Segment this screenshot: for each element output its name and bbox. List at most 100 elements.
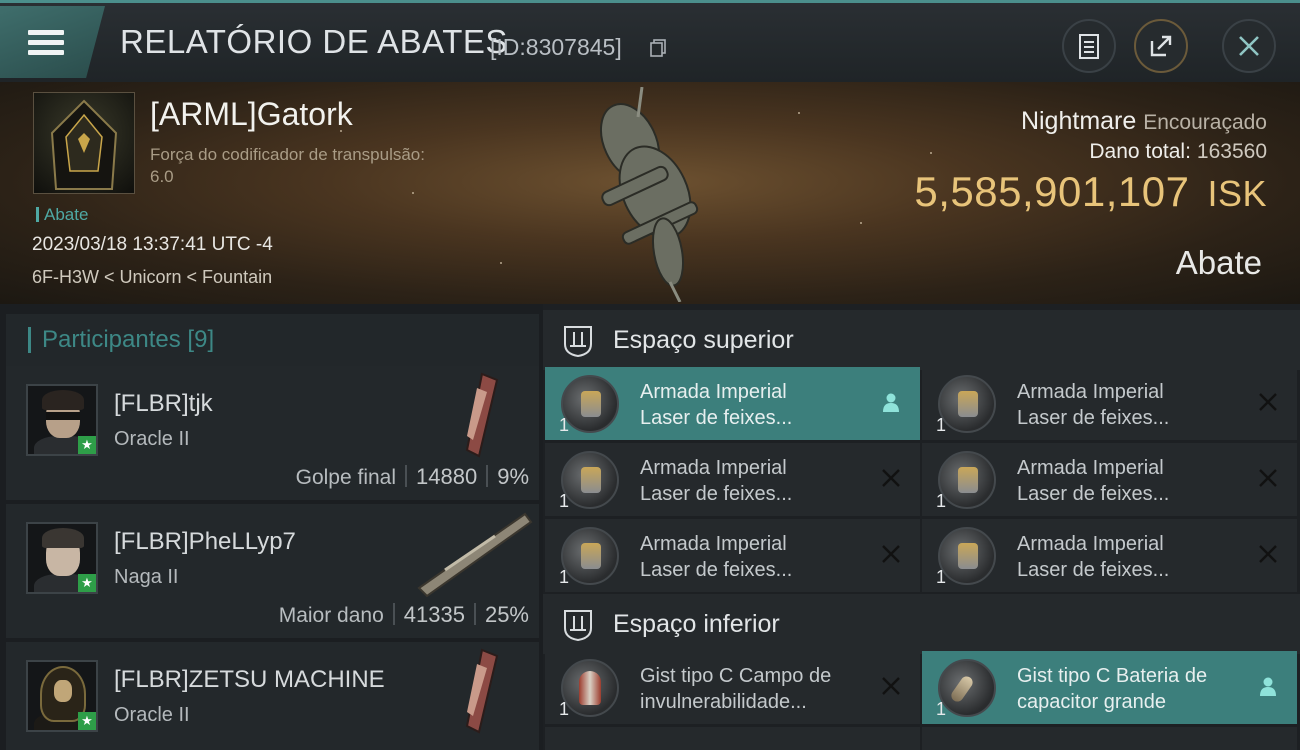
oracle-ship-icon[interactable] — [427, 646, 517, 736]
participants-panel: Participantes [9] ★ [FLBR]tjk Oracle II … — [0, 304, 543, 750]
participant-name[interactable]: [FLBR]ZETSU MACHINE — [114, 666, 385, 694]
module-name: Armada Imperial Laser de feixes... — [1017, 533, 1170, 581]
laser-module-icon — [561, 375, 619, 433]
module-slot[interactable]: 1 Gist tipo C Bateria de capacitor grande — [922, 651, 1297, 724]
page-title: RELATÓRIO DE ABATES — [120, 23, 508, 60]
laser-module-icon — [561, 527, 619, 585]
clipboard-icon — [1079, 34, 1099, 59]
participant-ship: Oracle II — [114, 704, 190, 726]
close-icon — [1239, 36, 1259, 56]
module-slot[interactable] — [545, 727, 920, 750]
participant-stats: Golpe final 14880 9% — [296, 464, 529, 490]
low-slots-label: Espaço inferior — [613, 610, 780, 638]
close-icon — [882, 545, 900, 563]
kill-tag: Abate — [36, 205, 88, 225]
victim-ship-image[interactable] — [560, 87, 730, 302]
low-slot-icon — [564, 610, 592, 642]
high-slot-icon — [564, 326, 592, 358]
module-name: Gist tipo C Campo de invulnerabilidade... — [640, 665, 832, 713]
check-icon: ★ — [78, 574, 96, 592]
module-slot[interactable]: 1 Armada Imperial Laser de feixes... — [545, 367, 920, 440]
victim-ship[interactable]: Nightmare Encouraçado — [1021, 107, 1267, 136]
module-name: Armada Imperial Laser de feixes... — [640, 457, 793, 505]
oracle-ship-icon[interactable] — [427, 370, 517, 460]
shield-hardener-icon — [561, 659, 619, 717]
module-quantity: 1 — [559, 415, 570, 435]
close-icon — [882, 469, 900, 487]
copy-icon[interactable] — [650, 39, 666, 57]
module-slot[interactable]: 1 Armada Imperial Laser de feixes... — [922, 443, 1297, 516]
avatar[interactable]: ★ — [26, 660, 98, 732]
total-damage-value: 163560 — [1196, 140, 1267, 163]
participant-card[interactable]: ★ [FLBR]ZETSU MACHINE Oracle II — [6, 642, 539, 750]
low-slots-header: Espaço inferior — [543, 594, 1300, 654]
isk-value: 5,585,901,107 ISK — [914, 168, 1267, 216]
module-name: Armada Imperial Laser de feixes... — [1017, 457, 1170, 505]
participant-role: Golpe final — [295, 466, 397, 489]
participant-ship: Naga II — [114, 566, 179, 588]
participant-card[interactable]: ★ [FLBR]tjk Oracle II Golpe final 14880 9% — [6, 366, 539, 500]
module-quantity: 1 — [559, 567, 570, 587]
participant-stats: Maior dano 41335 25% — [279, 602, 529, 628]
ship-name: Nightmare — [1020, 107, 1137, 135]
victim-name[interactable]: [ARML]Gatork — [150, 96, 353, 133]
avatar[interactable]: ★ — [26, 384, 98, 456]
participant-damage: 41335 — [403, 602, 465, 627]
participant-card[interactable]: ★ [FLBR]PheLLyp7 Naga II Maior dano 41335… — [6, 504, 539, 638]
module-name: Armada Imperial Laser de feixes... — [1017, 381, 1170, 429]
user-icon — [1260, 677, 1276, 696]
star-decoration — [860, 222, 862, 224]
participant-damage: 14880 — [416, 464, 478, 489]
hooded-pilot-icon — [50, 99, 118, 190]
module-quantity: 1 — [936, 699, 947, 719]
participants-header: Participantes [9] — [6, 314, 539, 369]
participant-percent: 9% — [497, 464, 529, 489]
close-button[interactable] — [1222, 19, 1276, 73]
ship-class: Encouraçado — [1143, 111, 1267, 134]
total-damage: Dano total: 163560 — [1089, 140, 1267, 164]
total-damage-label: Dano total: — [1089, 140, 1191, 163]
participants-count: [9] — [187, 326, 215, 353]
module-name: Gist tipo C Bateria de capacitor grande — [1017, 665, 1208, 713]
sunglasses-icon — [46, 412, 80, 420]
menu-button[interactable] — [0, 6, 105, 78]
naga-ship-icon[interactable] — [415, 508, 533, 598]
clipboard-button[interactable] — [1062, 19, 1116, 73]
module-slot[interactable]: 1 Armada Imperial Laser de feixes... — [922, 519, 1297, 592]
module-quantity: 1 — [936, 491, 947, 511]
module-quantity: 1 — [936, 567, 947, 587]
disruptor-strength: Força do codificador de transpulsão: 6.0 — [150, 144, 480, 188]
module-quantity: 1 — [559, 491, 570, 511]
isk-unit: ISK — [1207, 173, 1267, 214]
share-button[interactable] — [1134, 19, 1188, 73]
participant-role: Maior dano — [278, 604, 384, 627]
high-slots-header: Espaço superior — [543, 310, 1300, 370]
victim-avatar[interactable] — [33, 92, 135, 194]
disruptor-strength-value: 6.0 — [150, 167, 174, 186]
module-slot[interactable]: 1 Armada Imperial Laser de feixes... — [545, 443, 920, 516]
top-bar: RELATÓRIO DE ABATES [ID:8307845] — [0, 0, 1300, 82]
close-icon — [1259, 393, 1277, 411]
module-slot[interactable]: 1 Armada Imperial Laser de feixes... — [922, 367, 1297, 440]
kill-type: Abate — [1175, 244, 1262, 281]
module-slot[interactable]: 1 Armada Imperial Laser de feixes... — [545, 519, 920, 592]
check-icon: ★ — [78, 712, 96, 730]
close-icon — [882, 677, 900, 695]
participant-name[interactable]: [FLBR]PheLLyp7 — [114, 528, 296, 556]
kill-location[interactable]: 6F-H3W < Unicorn < Fountain — [32, 267, 272, 288]
participant-percent: 25% — [484, 602, 529, 627]
module-name: Armada Imperial Laser de feixes... — [640, 381, 793, 429]
star-decoration — [798, 112, 800, 114]
module-quantity: 1 — [559, 699, 570, 719]
avatar[interactable]: ★ — [26, 522, 98, 594]
module-slot[interactable]: 1 Gist tipo C Campo de invulnerabilidade.… — [545, 651, 920, 724]
module-name: Armada Imperial Laser de feixes... — [640, 533, 793, 581]
participant-name[interactable]: [FLBR]tjk — [114, 390, 213, 418]
close-icon — [1259, 469, 1277, 487]
module-slot[interactable] — [922, 727, 1297, 750]
share-icon — [1150, 35, 1172, 57]
star-decoration — [930, 152, 932, 154]
star-decoration — [500, 262, 502, 264]
star-decoration — [412, 192, 414, 194]
user-icon — [883, 393, 899, 412]
